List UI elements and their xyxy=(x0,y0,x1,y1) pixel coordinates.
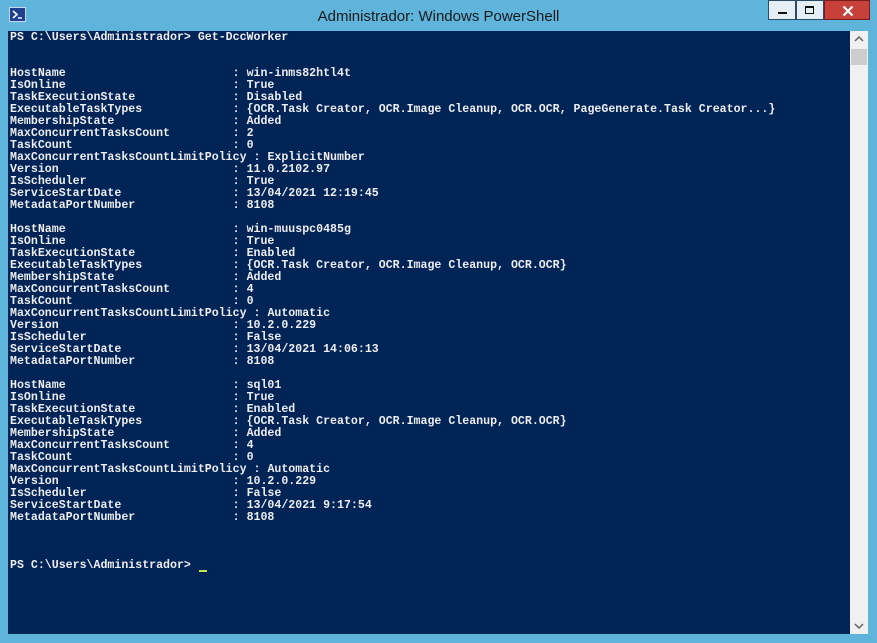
scroll-up-arrow-icon[interactable] xyxy=(850,31,868,48)
output-row-metadataportnumber: MetadataPortNumber : 8108 xyxy=(10,200,274,212)
text-cursor xyxy=(199,570,207,572)
console-output[interactable]: PS C:\Users\Administrador> Get-DccWorker… xyxy=(8,31,850,634)
output-row-metadataportnumber: MetadataPortNumber : 8108 xyxy=(10,356,274,368)
close-icon xyxy=(842,4,854,22)
property-value: 8108 xyxy=(246,355,275,368)
powershell-window: Administrador: Windows PowerShell PS C:\… xyxy=(0,0,877,643)
output-row-metadataportnumber: MetadataPortNumber : 8108 xyxy=(10,512,274,524)
scroll-down-arrow-icon[interactable] xyxy=(850,617,868,634)
minimize-button[interactable] xyxy=(768,0,796,20)
window-title: Administrador: Windows PowerShell xyxy=(317,8,560,25)
prompt-text: PS C:\Users\Administrador> xyxy=(10,559,198,572)
property-value: {OCR.Task Creator, OCR.Image Cleanup, OC… xyxy=(246,259,567,272)
scrollbar-thumb[interactable] xyxy=(851,49,867,65)
minimize-icon xyxy=(778,12,787,14)
property-value: {OCR.Task Creator, OCR.Image Cleanup, OC… xyxy=(246,103,776,116)
prompt-line: PS C:\Users\Administrador> xyxy=(10,560,198,572)
property-name: MetadataPortNumber : xyxy=(10,511,247,524)
property-name: MetadataPortNumber : xyxy=(10,355,247,368)
command-text: PS C:\Users\Administrador> Get-DccWorker xyxy=(10,31,289,44)
property-value: 8108 xyxy=(246,511,275,524)
vertical-scrollbar[interactable] xyxy=(850,31,868,634)
command-line: PS C:\Users\Administrador> Get-DccWorker xyxy=(10,32,288,44)
property-value: 8108 xyxy=(246,199,275,212)
maximize-icon xyxy=(805,6,814,14)
property-value: {OCR.Task Creator, OCR.Image Cleanup, OC… xyxy=(246,415,567,428)
maximize-button[interactable] xyxy=(796,0,824,20)
property-name: MetadataPortNumber : xyxy=(10,199,247,212)
close-button[interactable] xyxy=(824,0,870,20)
title-bar[interactable]: Administrador: Windows PowerShell xyxy=(0,0,877,31)
